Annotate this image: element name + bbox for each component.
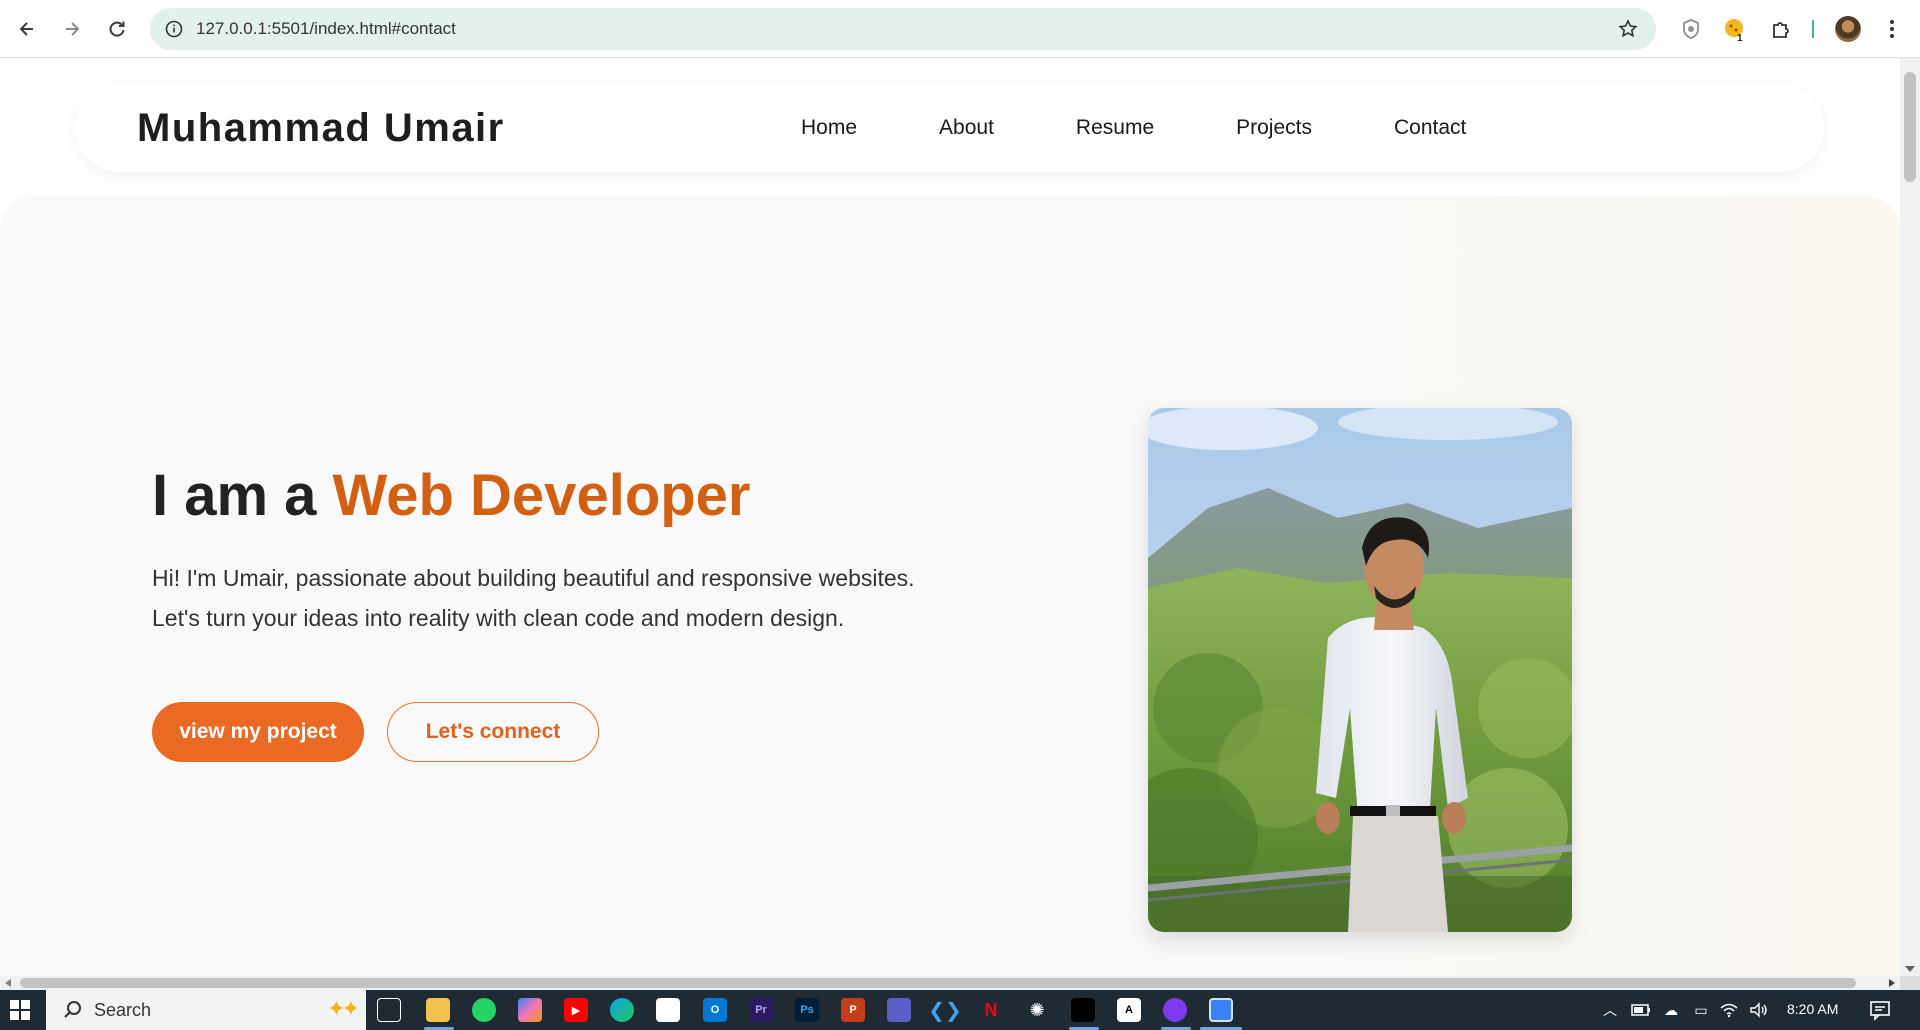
capcut-icon[interactable] xyxy=(1071,998,1095,1022)
github-desktop-icon[interactable] xyxy=(1163,998,1187,1022)
file-explorer-icon[interactable] xyxy=(426,998,450,1022)
headline-prefix: I am a xyxy=(152,463,333,528)
nav-resume[interactable]: Resume xyxy=(1076,114,1154,142)
lets-connect-button[interactable]: Let's connect xyxy=(387,702,599,762)
nav-home[interactable]: Home xyxy=(801,114,857,142)
hero-intro: Hi! I'm Umair, passionate about building… xyxy=(152,558,972,638)
scroll-left-arrow-icon[interactable] xyxy=(5,979,11,987)
toolbar-separator xyxy=(1812,20,1814,38)
vertical-scroll-thumb[interactable] xyxy=(1904,72,1916,182)
scroll-down-arrow-icon[interactable] xyxy=(1905,966,1915,972)
volume-icon[interactable] xyxy=(1748,998,1770,1022)
extensions-puzzle-icon[interactable] xyxy=(1766,14,1796,44)
vs-code-icon[interactable]: ❮❯ xyxy=(928,998,962,1022)
browser-toolbar: 127.0.0.1:5501/index.html#contact 1 xyxy=(0,0,1920,58)
profile-photo xyxy=(1148,408,1572,932)
cookie-extension-icon[interactable]: 1 xyxy=(1720,14,1750,44)
intro-line-2: Let's turn your ideas into reality with … xyxy=(152,605,845,631)
microsoft-store-icon[interactable] xyxy=(656,998,680,1022)
windows-taskbar: Search ✦✦ ▶ O Pr Ps P ❮❯ N ✺ A ︿ ☁ ▭ 8:2… xyxy=(0,990,1920,1030)
brand-logo-text[interactable]: Muhammad Umair xyxy=(137,106,505,151)
active-window-icon[interactable] xyxy=(1209,998,1233,1022)
copilot-icon[interactable] xyxy=(518,998,542,1022)
task-view-icon[interactable] xyxy=(377,998,401,1022)
netflix-icon[interactable]: N xyxy=(979,998,1003,1022)
notification-center-icon[interactable] xyxy=(1868,998,1892,1022)
youtube-icon[interactable]: ▶ xyxy=(564,998,588,1022)
powerpoint-icon[interactable]: P xyxy=(841,998,865,1022)
url-text: 127.0.0.1:5501/index.html#contact xyxy=(196,19,456,38)
horizontal-scroll-thumb[interactable] xyxy=(20,978,1856,988)
profile-avatar[interactable] xyxy=(1833,14,1863,44)
battery-icon[interactable] xyxy=(1630,998,1652,1022)
shield-extension-icon[interactable] xyxy=(1676,14,1706,44)
onedrive-icon[interactable]: ☁ xyxy=(1660,998,1682,1022)
windows-start-icon[interactable] xyxy=(10,1000,30,1020)
bookmark-star-icon[interactable] xyxy=(1616,17,1640,41)
outlook-icon[interactable]: O xyxy=(703,998,727,1022)
back-button[interactable] xyxy=(12,14,42,44)
headline-accent: Web Developer xyxy=(332,463,751,528)
taskbar-search-label: Search xyxy=(94,1000,152,1020)
svg-text:1: 1 xyxy=(1737,33,1743,42)
teams-icon[interactable] xyxy=(887,998,911,1022)
arrow-right-icon xyxy=(66,22,80,36)
reload-icon xyxy=(109,21,125,37)
scrollbar-corner xyxy=(1900,976,1920,990)
edge-icon[interactable] xyxy=(610,998,634,1022)
main-menu: Home About Resume Projects Contact xyxy=(801,114,1466,142)
chatgpt-icon[interactable]: ✺ xyxy=(1025,998,1049,1022)
forward-button[interactable] xyxy=(57,14,87,44)
view-project-button[interactable]: view my project xyxy=(152,702,364,762)
address-bar[interactable]: 127.0.0.1:5501/index.html#contact xyxy=(150,8,1656,50)
arrow-left-icon xyxy=(19,22,33,36)
nav-contact[interactable]: Contact xyxy=(1394,114,1466,142)
vertical-scrollbar[interactable] xyxy=(1900,58,1920,976)
page-viewport: I am a Web Developer Hi! I'm Umair, pass… xyxy=(0,58,1900,976)
taskbar-clock[interactable]: 8:20 AM xyxy=(1787,1001,1838,1017)
horizontal-scrollbar[interactable] xyxy=(0,976,1900,990)
hero-section: I am a Web Developer Hi! I'm Umair, pass… xyxy=(0,196,1900,976)
sparkle-icon: ✦✦ xyxy=(327,996,360,1021)
site-navbar: Muhammad Umair Home About Resume Project… xyxy=(75,84,1824,172)
nav-about[interactable]: About xyxy=(939,114,994,142)
reload-button[interactable] xyxy=(102,14,132,44)
hero-headline: I am a Web Developer xyxy=(152,462,751,529)
wifi-icon[interactable] xyxy=(1718,998,1740,1022)
taskbar-search-box[interactable]: Search ✦✦ xyxy=(46,990,366,1030)
photoshop-icon[interactable]: Ps xyxy=(795,998,819,1022)
premiere-pro-icon[interactable]: Pr xyxy=(749,998,773,1022)
search-icon xyxy=(64,1001,81,1018)
whatsapp-icon[interactable] xyxy=(472,998,496,1022)
scroll-right-arrow-icon[interactable] xyxy=(1889,979,1895,987)
text-editor-icon[interactable]: A xyxy=(1117,998,1141,1022)
site-info-icon[interactable] xyxy=(164,19,184,39)
nav-projects[interactable]: Projects xyxy=(1236,114,1312,142)
tray-overflow-chevron-icon[interactable]: ︿ xyxy=(1600,998,1620,1022)
intro-line-1: Hi! I'm Umair, passionate about building… xyxy=(152,565,915,591)
meet-now-icon[interactable]: ▭ xyxy=(1690,998,1712,1022)
more-menu-icon[interactable] xyxy=(1877,14,1907,44)
